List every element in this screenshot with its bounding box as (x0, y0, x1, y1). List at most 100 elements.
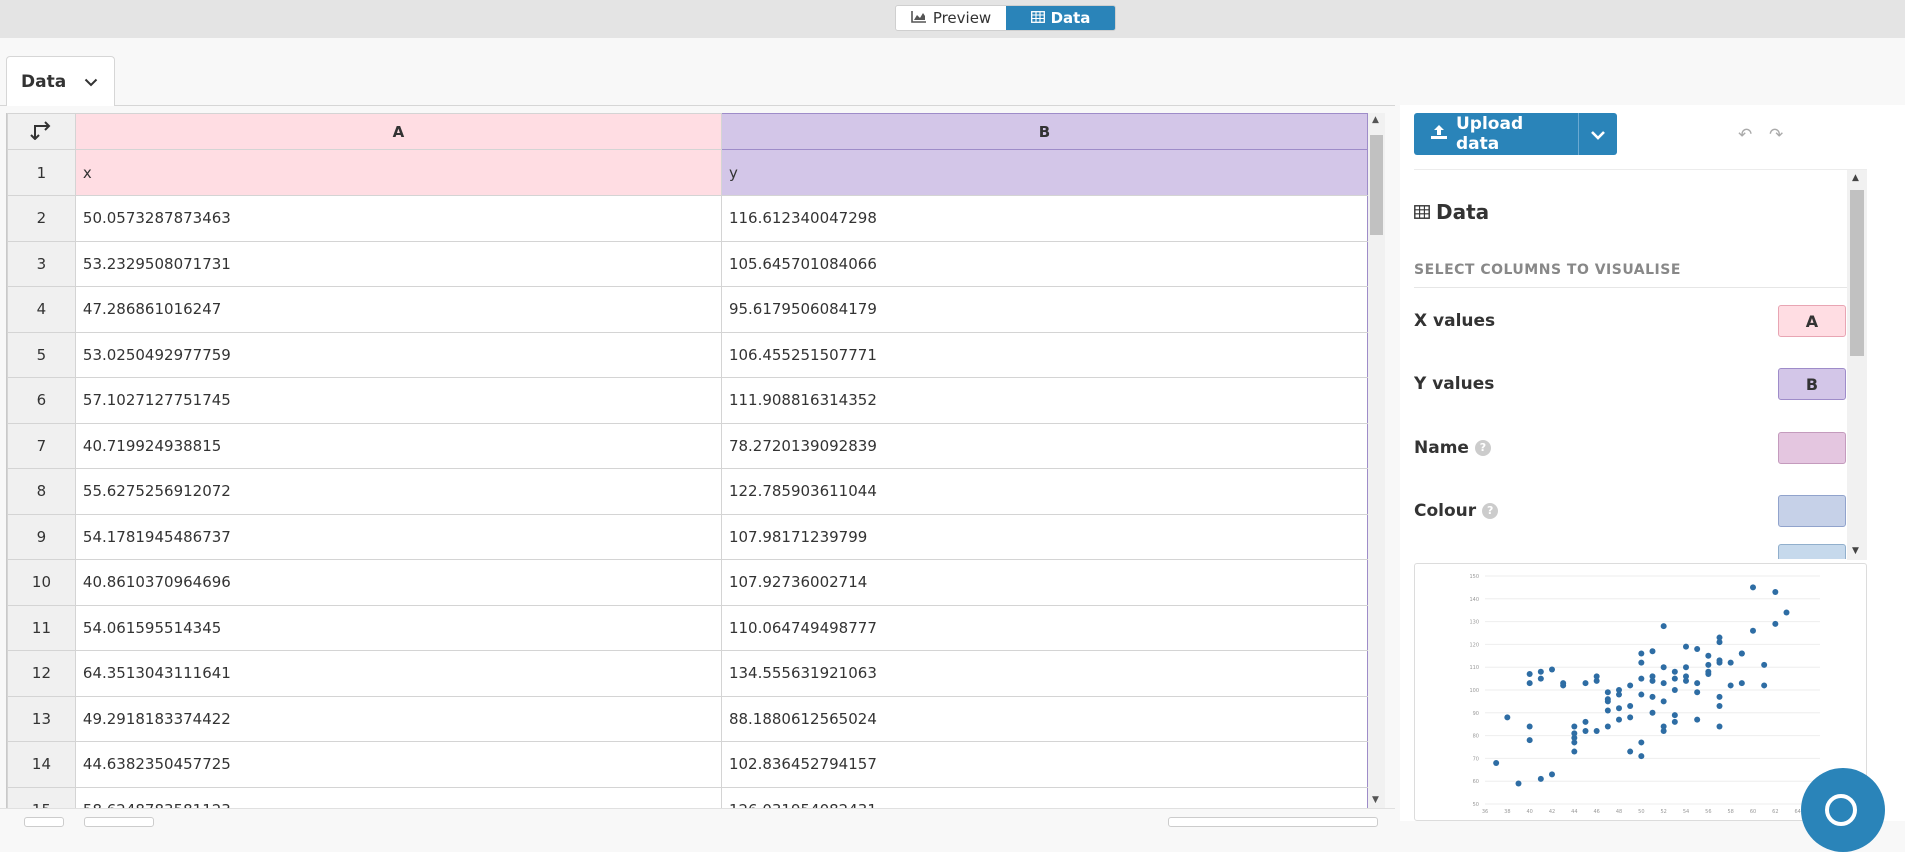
cell-a[interactable]: 44.6382350457725 (74, 741, 722, 788)
cell-b[interactable]: 116.612340047298 (720, 195, 1368, 242)
row-number[interactable]: 5 (7, 331, 76, 378)
help-icon[interactable]: ? (1482, 503, 1499, 519)
chat-button[interactable] (1801, 768, 1885, 852)
row-number[interactable]: 4 (7, 286, 76, 333)
cell-b[interactable]: 95.6179506084179 (720, 286, 1368, 333)
transpose-corner[interactable] (7, 113, 76, 150)
table-row: 6 57.1027127751745 111.908816314352 (7, 377, 1368, 424)
cell-a[interactable]: 55.6275256912072 (74, 468, 722, 515)
row-number[interactable]: 1 (7, 149, 76, 196)
row-number[interactable]: 10 (7, 559, 76, 606)
scatter-point (1660, 623, 1667, 630)
column-chip-x[interactable]: A (1778, 305, 1846, 337)
panel-scroll-thumb[interactable] (1850, 190, 1864, 356)
table-icon (1030, 9, 1045, 27)
cell-b[interactable]: 134.555631921063 (720, 650, 1368, 697)
scatter-point (1526, 737, 1533, 744)
scatter-point (1526, 680, 1533, 687)
cell-b[interactable]: 106.455251507771 (720, 331, 1368, 378)
cell-a[interactable]: 54.061595514345 (74, 604, 722, 651)
y-tick-label: 110 (1469, 665, 1479, 671)
cell-a[interactable]: 40.8610370964696 (74, 559, 722, 606)
row-number[interactable]: 12 (7, 650, 76, 697)
row-number[interactable]: 9 (7, 513, 76, 560)
scatter-point (1683, 643, 1689, 650)
chart-preview[interactable]: 50 60 70 80 90 100 110 120 130 140 150 36 38 40 42 44 46… (1414, 563, 1867, 821)
scatter-point (1504, 714, 1511, 721)
row-number[interactable]: 14 (7, 741, 76, 788)
cell-b[interactable]: 111.908816314352 (720, 377, 1368, 424)
chevron-down-icon[interactable] (84, 72, 98, 92)
section-title-text: Data (1436, 200, 1490, 224)
cell-b[interactable]: 122.785903611044 (720, 468, 1368, 515)
bottom-control-2[interactable] (84, 817, 154, 827)
cell-a[interactable]: x (74, 149, 722, 196)
cell-a[interactable]: 58.6248783581123 (74, 786, 722, 808)
cell-b[interactable]: 88.1880612565024 (720, 695, 1368, 742)
cell-b[interactable]: 102.836452794157 (720, 741, 1368, 788)
cell-b[interactable]: 107.98171239799 (720, 513, 1368, 560)
help-icon[interactable]: ? (1474, 440, 1491, 456)
scatter-point (1627, 702, 1634, 709)
data-toggle[interactable]: Data (1006, 6, 1115, 30)
cell-a[interactable]: 40.719924938815 (74, 422, 722, 469)
scroll-down-icon[interactable]: ▼ (1852, 546, 1859, 556)
cell-b[interactable]: 78.2720139092839 (720, 422, 1368, 469)
scatter-point (1716, 723, 1723, 730)
redo-icon[interactable]: ↷ (1769, 125, 1783, 145)
row-number[interactable]: 15 (7, 786, 76, 808)
binding-label-group: Colour ? (1414, 501, 1499, 521)
row-number[interactable]: 8 (7, 468, 76, 515)
cell-b[interactable]: 126.031954082431 (720, 786, 1368, 808)
upload-data-button[interactable]: Upload data (1414, 113, 1578, 155)
grid-scroll-thumb[interactable] (1370, 135, 1383, 235)
row-number[interactable]: 11 (7, 604, 76, 651)
scroll-down-icon[interactable]: ▼ (1372, 795, 1379, 805)
scatter-point (1638, 691, 1645, 698)
x-tick-label: 56 (1705, 809, 1711, 815)
cell-b[interactable]: 107.92736002714 (720, 559, 1368, 606)
scroll-up-icon[interactable]: ▲ (1852, 173, 1859, 183)
preview-toggle[interactable]: Preview (896, 6, 1006, 30)
scatter-point (1761, 682, 1768, 689)
cell-a[interactable]: 49.2918183374422 (74, 695, 722, 742)
column-chip-y[interactable]: B (1778, 368, 1846, 400)
column-header-a[interactable]: A (74, 113, 722, 150)
cell-a[interactable]: 64.3513043111641 (74, 650, 722, 697)
cell-b[interactable]: y (720, 149, 1368, 196)
cell-b[interactable]: 110.064749498777 (720, 604, 1368, 651)
y-tick-label: 100 (1469, 688, 1479, 694)
grid-scrollbar[interactable]: ▲ ▼ (1368, 113, 1385, 808)
scatter-point (1515, 780, 1522, 787)
scroll-up-icon[interactable]: ▲ (1372, 115, 1379, 125)
cell-a[interactable]: 57.1027127751745 (74, 377, 722, 424)
sheet-tab[interactable]: Data (6, 56, 115, 106)
scatter-point (1649, 677, 1656, 684)
cell-a[interactable]: 50.0573287873463 (74, 195, 722, 242)
scatter-point (1627, 748, 1634, 755)
cell-a[interactable]: 47.286861016247 (74, 286, 722, 333)
row-number[interactable]: 3 (7, 240, 76, 287)
column-chip-colour[interactable] (1778, 495, 1846, 527)
column-header-b[interactable]: B (720, 113, 1368, 150)
bottom-control-1[interactable] (24, 817, 64, 827)
scatter-point (1537, 675, 1544, 682)
column-chip-next[interactable] (1778, 544, 1846, 559)
row-number[interactable]: 7 (7, 422, 76, 469)
bottom-control-3[interactable] (1168, 817, 1378, 827)
cell-a[interactable]: 53.0250492977759 (74, 331, 722, 378)
cell-a[interactable]: 54.1781945486737 (74, 513, 722, 560)
panel-scrollbar[interactable]: ▲ ▼ (1847, 170, 1867, 560)
scatter-point (1627, 682, 1634, 689)
upload-options-button[interactable] (1578, 113, 1617, 155)
row-number[interactable]: 13 (7, 695, 76, 742)
undo-icon[interactable]: ↶ (1738, 125, 1752, 145)
row-number[interactable]: 6 (7, 377, 76, 424)
column-chip-name[interactable] (1778, 432, 1846, 464)
row-number[interactable]: 2 (7, 195, 76, 242)
scatter-point (1750, 584, 1756, 591)
cell-a[interactable]: 53.2329508071731 (74, 240, 722, 287)
scatter-point (1638, 650, 1645, 657)
binding-label-group: Name ? (1414, 438, 1491, 458)
cell-b[interactable]: 105.645701084066 (720, 240, 1368, 287)
